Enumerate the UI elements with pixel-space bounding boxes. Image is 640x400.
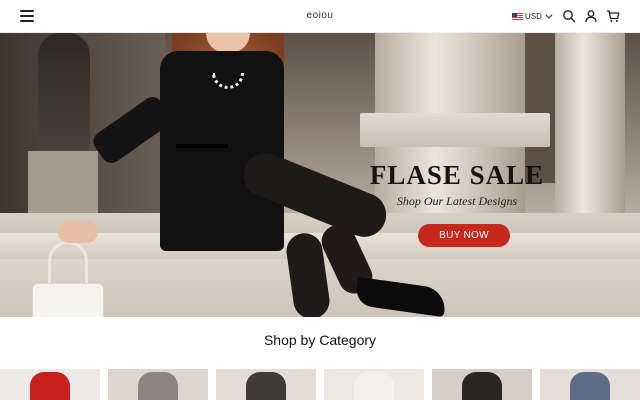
category-model-figure	[354, 372, 394, 400]
category-card[interactable]	[0, 369, 100, 400]
hero-banner[interactable]: FLASE SALE Shop Our Latest Designs BUY N…	[0, 33, 640, 317]
category-thumbnail	[540, 369, 640, 400]
category-model-figure	[246, 372, 286, 400]
user-icon[interactable]	[584, 9, 598, 23]
model-belt	[176, 144, 228, 148]
category-model-figure	[30, 372, 70, 400]
category-thumbnail	[216, 369, 316, 400]
handbag	[32, 283, 104, 317]
category-model-figure	[462, 372, 502, 400]
search-icon[interactable]	[562, 9, 576, 23]
currency-label: USD	[525, 12, 542, 21]
category-card[interactable]	[324, 369, 424, 400]
category-card[interactable]	[540, 369, 640, 400]
category-card[interactable]	[108, 369, 208, 400]
model-hand	[58, 221, 98, 243]
hero-bg-statue-base	[28, 151, 98, 221]
category-model-figure	[138, 372, 178, 400]
hero-title: FLASE SALE	[369, 160, 545, 190]
currency-selector[interactable]: USD	[512, 10, 553, 23]
category-model-figure	[570, 372, 610, 400]
us-flag-icon	[512, 13, 523, 20]
hero-bg-column-base	[360, 113, 550, 147]
cart-icon[interactable]	[606, 9, 620, 23]
hero-bg-column	[555, 33, 625, 223]
hero-bg-statue	[38, 33, 90, 151]
hero-subtitle: Shop Our Latest Designs	[396, 194, 518, 208]
category-thumbnail	[0, 369, 100, 400]
category-thumbnail	[324, 369, 424, 400]
category-thumbnail	[108, 369, 208, 400]
category-thumbnail	[432, 369, 532, 400]
category-card[interactable]	[432, 369, 532, 400]
category-row	[0, 369, 640, 400]
category-card[interactable]	[216, 369, 316, 400]
top-header: eoiou USD	[0, 0, 640, 33]
buy-now-button[interactable]: BUY NOW	[418, 224, 510, 247]
category-heading: Shop by Category	[263, 332, 377, 348]
handbag-handle	[48, 241, 88, 289]
